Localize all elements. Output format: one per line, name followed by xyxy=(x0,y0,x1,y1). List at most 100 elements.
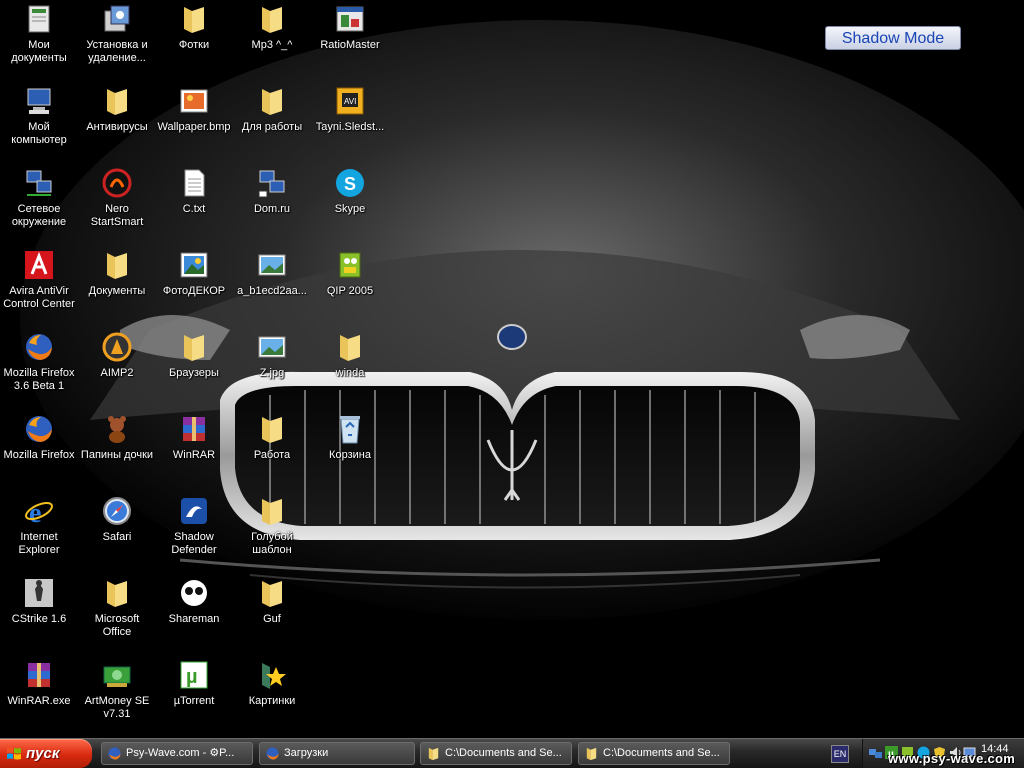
folder-icon xyxy=(107,89,127,115)
winrar-icon xyxy=(183,417,205,441)
desktop-icon-network-places[interactable]: Сетевое окружение xyxy=(0,166,78,229)
icon-label: Shadow Defender xyxy=(171,531,217,556)
desktop-icon-add-remove[interactable]: Установка и удаление... xyxy=(78,2,156,65)
icon-label: Картинки xyxy=(248,695,296,707)
qip-icon xyxy=(339,252,361,278)
desktop-icon-nero[interactable]: Nero StartSmart xyxy=(78,166,156,229)
desktop-icon-my-documents[interactable]: Мои документы xyxy=(0,2,78,65)
desktop-icon-safari[interactable]: Safari xyxy=(78,494,156,544)
icon-label: Microsoft Office xyxy=(94,613,140,638)
site-watermark: www.psy-wave.com xyxy=(888,751,1016,766)
add-remove-programs-icon xyxy=(104,5,130,32)
icon-label: QIP 2005 xyxy=(326,285,374,297)
icon-label: ArtMoney SE v7.31 xyxy=(84,695,150,720)
desktop-icon-papiny-dochki[interactable]: Папины дочки xyxy=(78,412,156,462)
desktop-icon-ratiomaster[interactable]: RatioMaster xyxy=(311,2,389,52)
icon-label: Папины дочки xyxy=(80,449,154,461)
desktop-icon-blue-template-folder[interactable]: Голубой шаблон xyxy=(233,494,311,557)
svg-text:µ: µ xyxy=(186,666,198,688)
icon-label: Wallpaper.bmp xyxy=(157,121,231,133)
teddy-bear-icon xyxy=(108,416,126,443)
taskbar-button-psy-wave[interactable]: Psy-Wave.com - ⚙P... xyxy=(101,742,253,765)
desktop-icon-aimp2[interactable]: AIMP2 xyxy=(78,330,156,380)
network-shortcut-icon xyxy=(258,170,285,198)
desktop-icon-wallpaper-bmp[interactable]: Wallpaper.bmp xyxy=(155,84,233,134)
folder-icon xyxy=(262,7,282,33)
ratiomaster-icon xyxy=(336,6,364,32)
desktop-icon-skype[interactable]: S Skype xyxy=(311,166,389,216)
icon-label: WinRAR xyxy=(172,449,216,461)
icon-label: Документы xyxy=(88,285,146,297)
desktop-icon-internet-explorer[interactable]: e Internet Explorer xyxy=(0,494,78,557)
image-file-icon xyxy=(258,254,286,276)
desktop-icon-foto-dekor[interactable]: ФотоДЕКОР xyxy=(155,248,233,298)
icon-label: Internet Explorer xyxy=(18,531,60,556)
task-label: Загрузки xyxy=(284,747,329,759)
desktop-icon-a-b1ecd2aa[interactable]: a_b1ecd2aa... xyxy=(233,248,311,298)
desktop-icon-cstrike[interactable]: CStrike 1.6 xyxy=(0,576,78,626)
desktop-icon-utorrent[interactable]: µ µTorrent xyxy=(155,658,233,708)
desktop-icon-my-computer[interactable]: Мой компьютер xyxy=(0,84,78,147)
taskbar-button-explorer-2[interactable]: C:\Documents and Se... xyxy=(578,742,730,765)
icon-label: a_b1ecd2aa... xyxy=(237,285,307,297)
desktop-icon-firefox[interactable]: Mozilla Firefox xyxy=(0,412,78,462)
icon-label: Установка и удаление... xyxy=(86,39,148,64)
desktop-icon-artmoney[interactable]: ArtMoney SE v7.31 xyxy=(78,658,156,721)
folder-icon xyxy=(262,581,282,607)
desktop-icon-ms-office-folder[interactable]: Microsoft Office xyxy=(78,576,156,639)
desktop-icon-kartinki[interactable]: Картинки xyxy=(233,658,311,708)
network-tray-icon[interactable] xyxy=(869,746,882,759)
safari-icon xyxy=(103,497,131,525)
icon-label: AIMP2 xyxy=(100,367,134,379)
desktop-icon-antivirus-folder[interactable]: Антивирусы xyxy=(78,84,156,134)
desktop-icon-shareman[interactable]: Shareman xyxy=(155,576,233,626)
desktop-icon-mp3-folder[interactable]: Mp3 ^_^ xyxy=(233,2,311,52)
desktop-icon-guf-folder[interactable]: Guf xyxy=(233,576,311,626)
desktop-icon-qip[interactable]: QIP 2005 xyxy=(311,248,389,298)
desktop[interactable]: Shadow Mode Мои документы Мой компьютер … xyxy=(0,0,1024,738)
desktop-icon-documents-folder[interactable]: Документы xyxy=(78,248,156,298)
desktop-icon-shadow-defender[interactable]: Shadow Defender xyxy=(155,494,233,557)
icon-label: µTorrent xyxy=(173,695,215,707)
folder-icon xyxy=(340,335,360,361)
desktop-icon-winrar[interactable]: WinRAR xyxy=(155,412,233,462)
desktop-icon-z-jpg[interactable]: Z.jpg xyxy=(233,330,311,380)
taskbar-button-downloads[interactable]: Загрузки xyxy=(259,742,415,765)
desktop-icon-tayni-sledstviya[interactable]: AVI Tayni.Sledst... xyxy=(311,84,389,134)
desktop-icon-winrar-exe[interactable]: WinRAR.exe xyxy=(0,658,78,708)
icon-label: RatioMaster xyxy=(320,39,380,51)
icon-label: Guf xyxy=(263,613,281,625)
folder-icon xyxy=(586,747,597,761)
recycle-bin-icon xyxy=(340,416,360,444)
folder-icon xyxy=(107,581,127,607)
desktop-icon-firefox-beta[interactable]: Mozilla Firefox 3.6 Beta 1 xyxy=(0,330,78,393)
icon-label: winda xyxy=(335,367,365,379)
desktop-icon-c-txt[interactable]: C.txt xyxy=(155,166,233,216)
icon-label: Shareman xyxy=(168,613,220,625)
desktop-icon-avira[interactable]: Avira AntiVir Control Center xyxy=(0,248,78,311)
taskbar-button-explorer-1[interactable]: C:\Documents and Se... xyxy=(420,742,572,765)
desktop-icon-rabota-folder[interactable]: Работа xyxy=(233,412,311,462)
shadow-mode-indicator[interactable]: Shadow Mode xyxy=(825,26,961,50)
start-button[interactable]: пуск xyxy=(0,739,92,768)
icon-label: Tayni.Sledst... xyxy=(315,121,385,133)
avi-video-icon: AVI xyxy=(336,87,364,115)
svg-text:AVI: AVI xyxy=(344,97,356,106)
desktop-icon-fotki-folder[interactable]: Фотки xyxy=(155,2,233,52)
utorrent-icon: µ xyxy=(180,661,208,689)
firefox-icon xyxy=(108,747,121,760)
icon-label: Safari xyxy=(102,531,132,543)
desktop-icon-dom-ru[interactable]: Dom.ru xyxy=(233,166,311,216)
icon-label: Avira AntiVir Control Center xyxy=(3,285,75,310)
desktop-icon-browsers-folder[interactable]: Браузеры xyxy=(155,330,233,380)
language-indicator[interactable]: EN xyxy=(831,745,849,763)
desktop-icon-for-work-folder[interactable]: Для работы xyxy=(233,84,311,134)
svg-text:e: e xyxy=(29,498,41,527)
my-computer-icon xyxy=(27,88,51,114)
desktop-icon-recycle-bin[interactable]: Корзина xyxy=(311,412,389,462)
icon-label: ФотоДЕКОР xyxy=(162,285,226,297)
skype-icon: S xyxy=(336,169,364,197)
firefox-icon xyxy=(26,416,52,442)
folder-icon xyxy=(262,417,282,443)
desktop-icon-winda-folder[interactable]: winda xyxy=(311,330,389,380)
